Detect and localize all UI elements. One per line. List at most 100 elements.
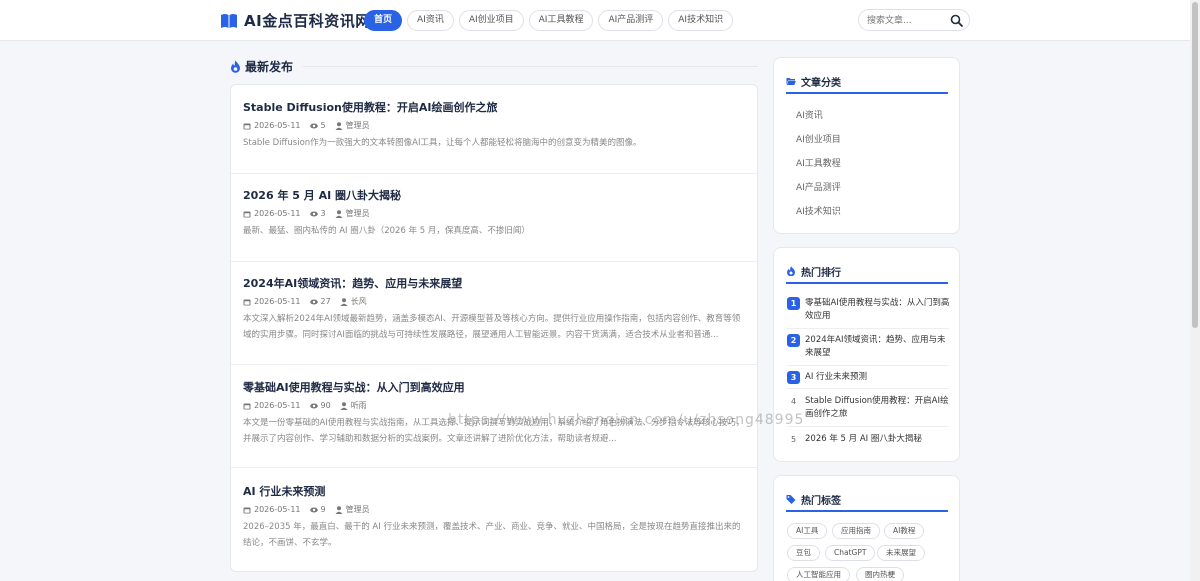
ranking-item[interactable]: 3 AI 行业未来预测 xyxy=(787,371,949,389)
article-date: 2026-05-11 xyxy=(254,121,301,130)
article-author: 听雨 xyxy=(350,401,367,410)
article-date: 2026-05-11 xyxy=(254,209,301,218)
user-icon xyxy=(340,401,348,410)
article-author: 管理员 xyxy=(345,121,370,130)
article-author: 管理员 xyxy=(345,505,370,514)
tags-header: 热门标签 xyxy=(786,488,948,512)
article-meta: 2026-05-11 3 管理员 xyxy=(243,208,370,219)
ranking-item[interactable]: 2 2024年AI领域资讯：趋势、应用与未来展望 xyxy=(787,334,949,366)
category-link[interactable]: AI产品测评 xyxy=(796,180,841,193)
watermark: https://www.huzhanqian.com/u/zhsong48995 xyxy=(448,412,805,428)
article-excerpt: Stable Diffusion作为一款强大的文本转图像AI工具，让每个人都能轻… xyxy=(243,138,642,148)
tag-chip[interactable]: ChatGPT xyxy=(825,545,876,561)
article-title[interactable]: 2024年AI领域资讯：趋势、应用与未来展望 xyxy=(243,275,462,291)
article-views: 9 xyxy=(320,505,326,514)
latest-section-header: 最新发布 xyxy=(230,57,758,75)
rank-number: 4 xyxy=(790,397,797,406)
nav-ai-tech[interactable]: AI技术知识 xyxy=(668,10,734,31)
user-icon xyxy=(335,121,343,130)
tag-chip[interactable]: 豆包 xyxy=(787,545,820,561)
nav-ai-news[interactable]: AI资讯 xyxy=(407,10,454,31)
calendar-icon xyxy=(243,403,251,409)
article-date: 2026-05-11 xyxy=(254,505,301,514)
article-excerpt: 最新、最猛、圈内私传的 AI 圈八卦（2026 年 5 月，保真度高、不掺旧闻） xyxy=(243,226,530,236)
article-meta: 2026-05-11 9 管理员 xyxy=(243,504,370,515)
ranking-header: 热门排行 xyxy=(786,260,948,284)
tag-chip[interactable]: 应用指南 xyxy=(832,523,880,539)
category-link[interactable]: AI创业项目 xyxy=(796,132,841,145)
ranking-item[interactable]: 5 2026 年 5 月 AI 圈八卦大揭秘 xyxy=(787,433,949,451)
flame-icon xyxy=(787,266,795,276)
article-date: 2026-05-11 xyxy=(254,297,301,306)
article-views: 3 xyxy=(320,209,326,218)
category-link[interactable]: AI资讯 xyxy=(796,108,823,121)
ranking-card: 热门排行 1 零基础AI使用教程与实战：从入门到高效应用 2 2024年AI领域… xyxy=(773,247,960,462)
page-scrollbar[interactable] xyxy=(1190,0,1200,581)
categories-title: 文章分类 xyxy=(801,77,841,89)
article-meta: 2026-05-11 27 长风 xyxy=(243,296,367,307)
eye-icon xyxy=(309,123,318,128)
nav-home[interactable]: 首页 xyxy=(364,10,403,31)
calendar-icon xyxy=(243,299,251,305)
nav-ai-tools[interactable]: AI工具教程 xyxy=(528,10,594,31)
user-icon xyxy=(340,297,348,306)
flame-icon xyxy=(231,60,240,73)
article-title[interactable]: Stable Diffusion使用教程：开启AI绘画创作之旅 xyxy=(243,99,498,115)
folder-open-icon xyxy=(786,78,796,85)
ranking-link[interactable]: 2024年AI领域资讯：趋势、应用与未来展望 xyxy=(805,334,951,360)
eye-icon xyxy=(309,211,318,216)
article-title[interactable]: 2026 年 5 月 AI 圈八卦大揭秘 xyxy=(243,187,401,203)
main-nav: 首页 AI资讯 AI创业项目 AI工具教程 AI产品测评 AI技术知识 xyxy=(364,10,734,31)
article-views: 5 xyxy=(320,121,326,130)
article-item[interactable]: 2026 年 5 月 AI 圈八卦大揭秘 2026-05-11 3 管理员 最新… xyxy=(231,174,757,262)
category-link[interactable]: AI技术知识 xyxy=(796,204,841,217)
ranking-link[interactable]: Stable Diffusion使用教程：开启AI绘画创作之旅 xyxy=(805,395,951,421)
ranking-link[interactable]: AI 行业未来预测 xyxy=(805,371,951,384)
article-list: Stable Diffusion使用教程：开启AI绘画创作之旅 2026-05-… xyxy=(230,84,758,572)
tag-chip[interactable]: 未来展望 xyxy=(877,545,925,561)
category-link[interactable]: AI工具教程 xyxy=(796,156,841,169)
article-item[interactable]: AI 行业未来预测 2026-05-11 9 管理员 2026–2035 年，最… xyxy=(231,468,757,571)
tag-chip[interactable]: 圈内热梗 xyxy=(856,567,904,581)
tag-chip[interactable]: 人工智能应用 xyxy=(787,567,850,581)
article-title[interactable]: AI 行业未来预测 xyxy=(243,483,325,499)
tag-chip[interactable]: AI工具 xyxy=(787,523,828,539)
article-date: 2026-05-11 xyxy=(254,401,301,410)
tags-title: 热门标签 xyxy=(801,495,841,507)
search-icon[interactable] xyxy=(950,14,963,27)
eye-icon xyxy=(309,299,318,304)
rank-number: 2 xyxy=(787,334,800,347)
ranking-link[interactable]: 零基础AI使用教程与实战：从入门到高效应用 xyxy=(805,297,951,323)
section-divider xyxy=(303,65,758,67)
ranking-item[interactable]: 4 Stable Diffusion使用教程：开启AI绘画创作之旅 xyxy=(787,395,949,427)
article-views: 27 xyxy=(320,297,331,306)
article-item[interactable]: Stable Diffusion使用教程：开启AI绘画创作之旅 2026-05-… xyxy=(231,85,757,174)
site-logo[interactable]: AI金点百科资讯网 xyxy=(220,10,371,31)
article-item[interactable]: 2024年AI领域资讯：趋势、应用与未来展望 2026-05-11 27 长风 … xyxy=(231,262,757,365)
rank-number: 1 xyxy=(787,297,800,310)
article-views: 90 xyxy=(320,401,331,410)
article-excerpt: 2026–2035 年，最直白、最干的 AI 行业未来预测，覆盖技术、产业、商业… xyxy=(243,522,741,548)
section-title: 最新发布 xyxy=(245,59,294,74)
article-title[interactable]: 零基础AI使用教程与实战：从入门到高效应用 xyxy=(243,379,465,395)
article-author: 长风 xyxy=(350,297,367,306)
tag-chip[interactable]: AI教程 xyxy=(884,523,925,539)
ranking-link[interactable]: 2026 年 5 月 AI 圈八卦大揭秘 xyxy=(805,433,951,446)
categories-card: 文章分类 AI资讯 AI创业项目 AI工具教程 AI产品测评 AI技术知识 xyxy=(773,57,960,234)
ranking-title: 热门排行 xyxy=(801,267,841,279)
article-meta: 2026-05-11 5 管理员 xyxy=(243,120,370,131)
ranking-item[interactable]: 1 零基础AI使用教程与实战：从入门到高效应用 xyxy=(787,297,949,329)
article-author: 管理员 xyxy=(345,209,370,218)
rank-number: 3 xyxy=(787,371,800,384)
nav-ai-reviews[interactable]: AI产品测评 xyxy=(598,10,664,31)
tags-card: 热门标签 AI工具 应用指南 AI教程 豆包 ChatGPT 未来展望 人工智能… xyxy=(773,475,960,581)
tags-icon xyxy=(786,495,796,504)
scrollbar-thumb[interactable] xyxy=(1192,2,1198,328)
user-icon xyxy=(335,209,343,218)
nav-ai-startup[interactable]: AI创业项目 xyxy=(458,10,524,31)
book-icon xyxy=(221,13,237,28)
top-navbar: AI金点百科资讯网 首页 AI资讯 AI创业项目 AI工具教程 AI产品测评 A… xyxy=(0,0,1190,41)
article-excerpt: 本文深入解析2024年AI领域最新趋势，涵盖多模态AI、开源模型普及等核心方向。… xyxy=(243,314,741,340)
search-input[interactable] xyxy=(867,13,947,28)
calendar-icon xyxy=(243,211,251,217)
